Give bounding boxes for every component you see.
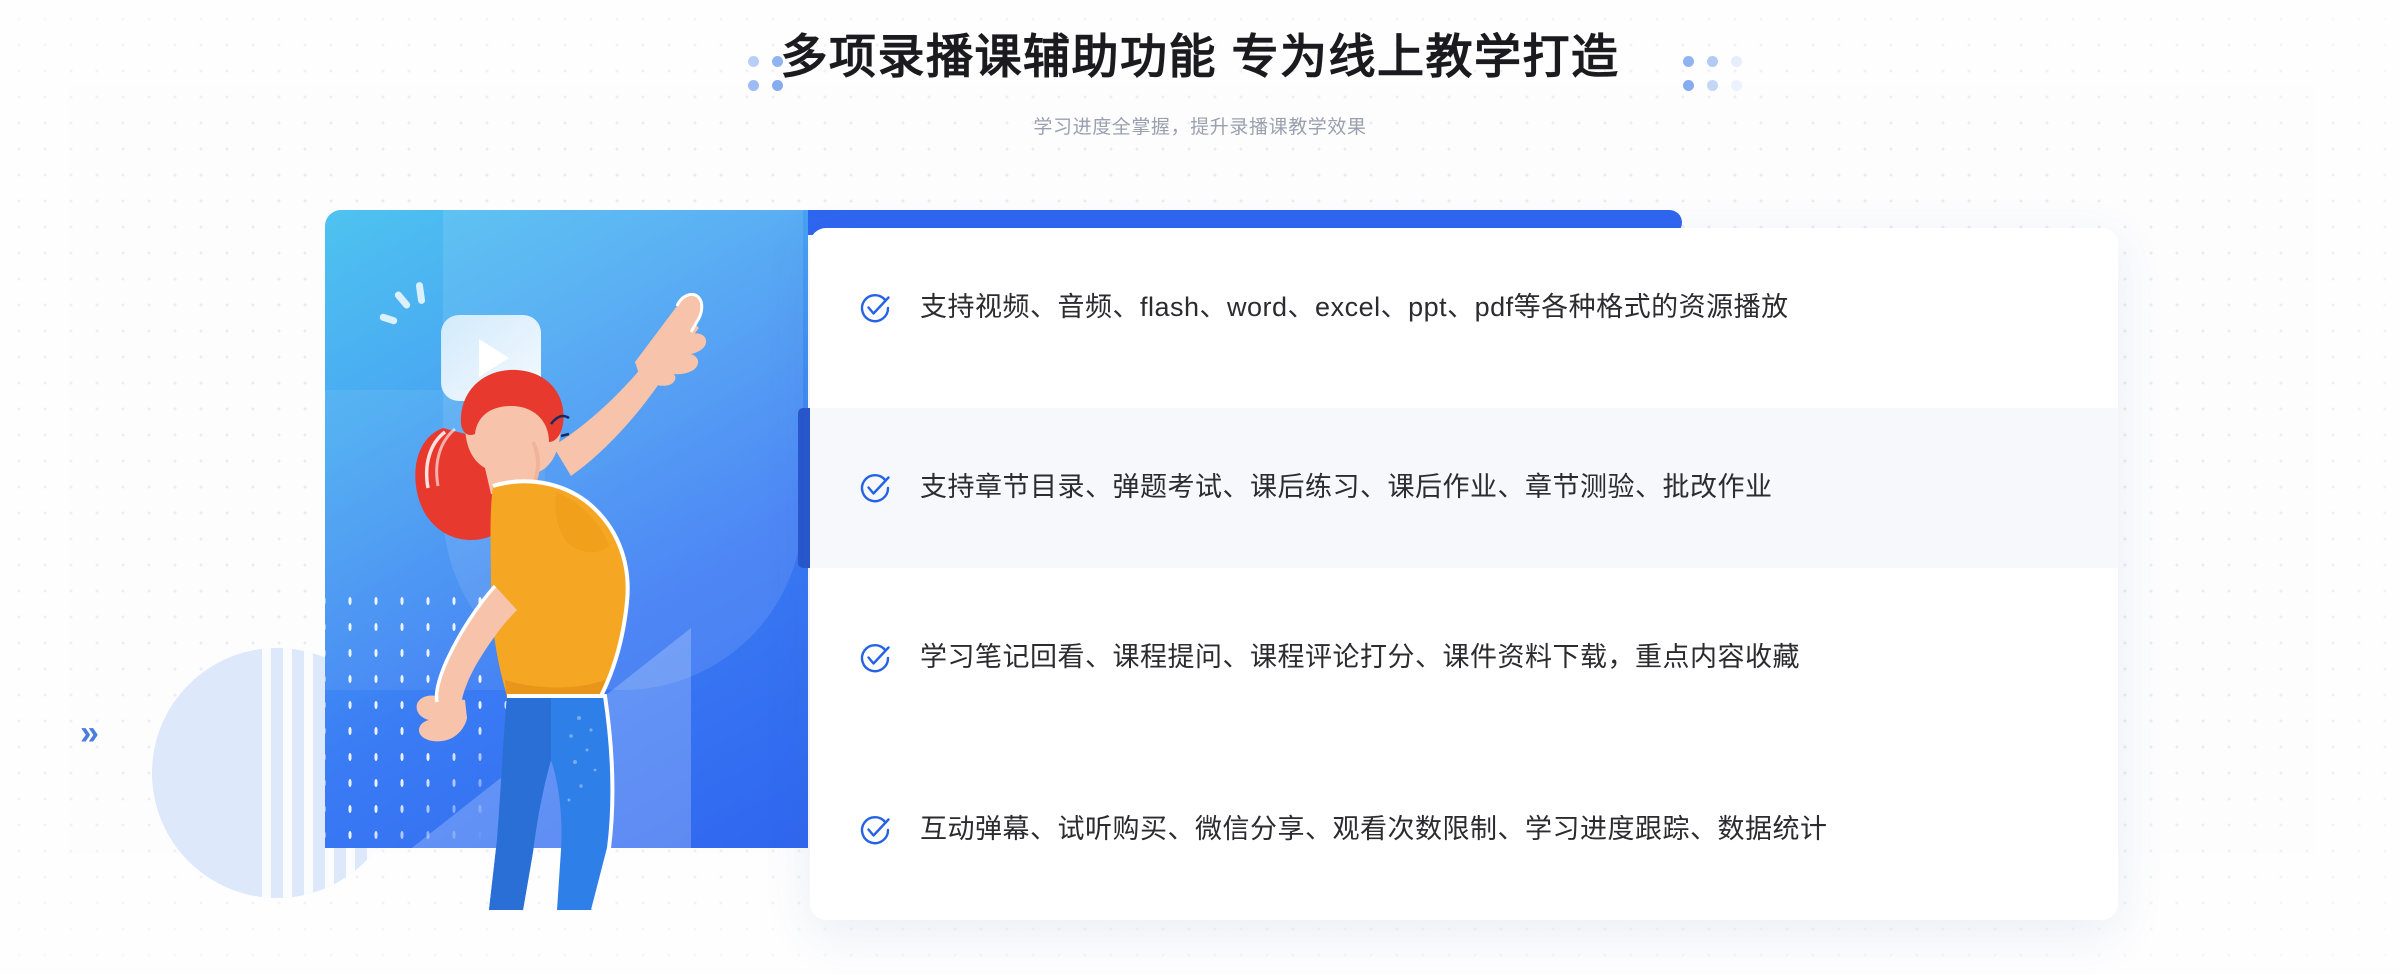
check-circle-icon — [858, 291, 892, 325]
illustration-clip: « — [325, 210, 808, 848]
header: 多项录播课辅助功能 专为线上教学打造 学习进度全掌握，提升录播课教学效果 — [0, 0, 2400, 160]
feature-row[interactable]: 支持章节目录、弹题考试、课后练习、课后作业、章节测验、批改作业 — [810, 408, 2118, 568]
feature-text: 支持视频、音频、flash、word、excel、ppt、pdf等各种格式的资源… — [920, 292, 1789, 323]
dot-cluster-right-decoration — [1683, 56, 1742, 91]
decor-dot — [772, 80, 783, 91]
check-circle-icon — [858, 641, 892, 675]
decor-dot — [1731, 56, 1742, 67]
decor-dot — [748, 80, 759, 91]
decor-dot — [1707, 80, 1718, 91]
check-circle-icon — [858, 813, 892, 847]
promo-banner: 多项录播课辅助功能 专为线上教学打造 学习进度全掌握，提升录播课教学效果 » «… — [0, 0, 2400, 974]
page-subtitle: 学习进度全掌握，提升录播课教学效果 — [1033, 117, 1367, 138]
illustration-panel: « — [325, 210, 808, 848]
chevron-right-icon: » — [80, 714, 99, 752]
feature-text: 学习笔记回看、课程提问、课程评论打分、课件资料下载，重点内容收藏 — [920, 642, 1800, 673]
decor-dot — [772, 56, 783, 67]
feature-row[interactable]: 支持视频、音频、flash、word、excel、ppt、pdf等各种格式的资源… — [810, 228, 2118, 388]
sparkle-decoration — [393, 290, 412, 310]
check-circle-icon — [858, 471, 892, 505]
play-triangle-icon — [479, 339, 509, 377]
decor-dot — [1731, 80, 1742, 91]
play-button-icon — [441, 315, 541, 414]
decor-dot — [1683, 80, 1694, 91]
feature-text: 支持章节目录、弹题考试、课后练习、课后作业、章节测验、批改作业 — [920, 472, 1773, 503]
features-card: 支持视频、音频、flash、word、excel、ppt、pdf等各种格式的资源… — [810, 228, 2118, 920]
page-title: 多项录播课辅助功能 专为线上教学打造 — [780, 30, 1620, 83]
sparkle-decoration — [378, 312, 399, 326]
decor-dot — [748, 56, 759, 67]
sparkle-decoration — [415, 281, 426, 305]
feature-row[interactable]: 互动弹幕、试听购买、微信分享、观看次数限制、学习进度跟踪、数据统计 — [810, 750, 2118, 910]
decor-dot — [1707, 56, 1718, 67]
decor-dot — [1683, 56, 1694, 67]
chevron-left-icon: « — [513, 626, 529, 656]
feature-row[interactable]: 学习笔记回看、课程提问、课程评论打分、课件资料下载，重点内容收藏 — [810, 578, 2118, 738]
feature-text: 互动弹幕、试听购买、微信分享、观看次数限制、学习进度跟踪、数据统计 — [920, 814, 1828, 845]
dot-cluster-left-decoration — [748, 56, 783, 91]
